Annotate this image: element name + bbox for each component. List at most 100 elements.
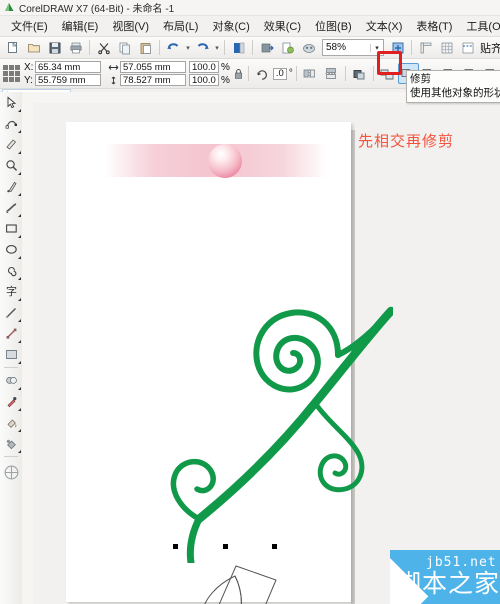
tool-dimension[interactable]: [0, 302, 22, 323]
zoom-level-combobox[interactable]: 58% ▾: [322, 39, 384, 56]
menu-layout[interactable]: 布局(L): [156, 16, 205, 36]
mirror-horizontal-icon[interactable]: [300, 63, 321, 84]
property-separator: [247, 66, 249, 81]
flyout-arrow-icon[interactable]: [18, 408, 21, 411]
flyout-arrow-icon[interactable]: [18, 361, 21, 364]
menu-view[interactable]: 视图(V): [105, 16, 156, 36]
menu-object[interactable]: 对象(C): [205, 16, 256, 36]
tool-artistic-media[interactable]: [0, 197, 22, 218]
green-swirl-flourish[interactable]: [133, 273, 393, 563]
flyout-arrow-icon[interactable]: [18, 429, 21, 432]
menu-edit[interactable]: 编辑(E): [55, 16, 106, 36]
weld-button[interactable]: [377, 63, 398, 84]
drawing-canvas[interactable]: ×: [33, 103, 500, 604]
flyout-arrow-icon[interactable]: [18, 340, 21, 343]
save-disk-icon[interactable]: [44, 37, 65, 58]
scale-x-input[interactable]: 100.0: [189, 61, 219, 73]
tool-fill[interactable]: [0, 433, 22, 454]
paste-icon[interactable]: [135, 37, 156, 58]
x-position-label: X:: [24, 61, 34, 73]
show-grid-icon[interactable]: [436, 37, 457, 58]
flyout-arrow-icon[interactable]: [18, 387, 21, 390]
undo-history-chevron-down-icon[interactable]: ▾: [184, 38, 192, 57]
flyout-arrow-icon[interactable]: [18, 319, 21, 322]
print-icon[interactable]: [65, 37, 86, 58]
tool-crop[interactable]: [0, 134, 22, 155]
tool-outline[interactable]: [0, 459, 22, 485]
menu-effects[interactable]: 效果(C): [257, 16, 308, 36]
tool-zoom[interactable]: [0, 155, 22, 176]
mirror-vertical-icon[interactable]: [321, 63, 342, 84]
toolbar-separator: [411, 40, 412, 55]
rotation-angle-input[interactable]: .0: [272, 67, 287, 80]
open-folder-icon[interactable]: [23, 37, 44, 58]
outline-width-icon[interactable]: [349, 63, 370, 84]
flyout-arrow-icon[interactable]: [18, 130, 21, 133]
publish-pdf-icon[interactable]: [277, 37, 298, 58]
menu-text[interactable]: 文本(X): [359, 16, 410, 36]
toolbar-separator: [89, 40, 90, 55]
redo-arrow-icon[interactable]: [192, 37, 213, 58]
copy-icon[interactable]: [114, 37, 135, 58]
menu-file[interactable]: 文件(E): [4, 16, 55, 36]
tool-color-eyedropper[interactable]: [0, 391, 22, 412]
application-launcher-icon[interactable]: [298, 37, 319, 58]
tool-connector[interactable]: [0, 323, 22, 344]
export-icon[interactable]: [256, 37, 277, 58]
tool-interactive-fill[interactable]: [0, 344, 22, 365]
redo-history-chevron-down-icon[interactable]: ▾: [213, 38, 221, 57]
tool-rectangle[interactable]: [0, 218, 22, 239]
flyout-arrow-icon[interactable]: [18, 256, 21, 259]
lock-ratio-icon[interactable]: [232, 64, 245, 84]
tool-smart-fill[interactable]: [0, 412, 22, 433]
pink-sphere-ornament[interactable]: [208, 144, 242, 178]
menu-table[interactable]: 表格(T): [409, 16, 459, 36]
tool-freehand[interactable]: [0, 176, 22, 197]
object-scale-group: 100.0 % 100.0 %: [189, 61, 232, 86]
chevron-down-icon[interactable]: ▾: [370, 43, 383, 52]
show-rulers-icon[interactable]: [415, 37, 436, 58]
flyout-arrow-icon[interactable]: [18, 151, 21, 154]
object-width-input[interactable]: 57.055 mm: [120, 61, 186, 73]
leaf-shape-selected[interactable]: ×: [173, 558, 313, 604]
tool-text[interactable]: 字: [0, 281, 22, 302]
menu-tools[interactable]: 工具(O): [459, 16, 500, 36]
tool-shape[interactable]: [0, 113, 22, 134]
menu-bitmaps[interactable]: 位图(B): [308, 16, 359, 36]
property-separator: [295, 66, 297, 81]
import-icon[interactable]: [228, 37, 249, 58]
title-bar: CorelDRAW X7 (64-Bit) - 未命名 -1: [0, 0, 500, 16]
coreldraw-balloon-icon: [4, 2, 15, 13]
workspace: 字: [0, 92, 500, 604]
y-position-input[interactable]: 55.759 mm: [35, 74, 101, 86]
watermark: jb51.net 脚本之家: [390, 550, 500, 604]
tool-pick[interactable]: [0, 92, 22, 113]
toolbox: 字: [0, 92, 23, 604]
flyout-arrow-icon[interactable]: [18, 235, 21, 238]
flyout-arrow-icon[interactable]: [18, 277, 21, 280]
object-height-input[interactable]: 78.527 mm: [120, 74, 186, 86]
selection-handle-top-center[interactable]: [223, 544, 228, 549]
new-document-icon[interactable]: [2, 37, 23, 58]
coreldraw-window: CorelDRAW X7 (64-Bit) - 未命名 -1 文件(E) 编辑(…: [0, 0, 500, 604]
scissors-cut-icon[interactable]: [93, 37, 114, 58]
flyout-arrow-icon[interactable]: [18, 109, 21, 112]
object-anchor-grid-icon[interactable]: [2, 64, 21, 83]
flyout-arrow-icon[interactable]: [18, 450, 21, 453]
x-position-input[interactable]: 65.34 mm: [35, 61, 101, 73]
selection-handle-top-right[interactable]: [272, 544, 277, 549]
snap-to-button[interactable]: 贴齐(T): [478, 40, 500, 56]
full-screen-preview-icon[interactable]: [387, 37, 408, 58]
scale-y-input[interactable]: 100.0: [189, 74, 219, 86]
flyout-arrow-icon[interactable]: [18, 214, 21, 217]
tool-ellipse[interactable]: [0, 239, 22, 260]
tool-polygon[interactable]: [0, 260, 22, 281]
flyout-arrow-icon[interactable]: [18, 172, 21, 175]
selection-handle-top-left[interactable]: [173, 544, 178, 549]
window-title: CorelDRAW X7 (64-Bit) - 未命名 -1: [19, 4, 175, 15]
show-guides-icon[interactable]: [457, 37, 478, 58]
flyout-arrow-icon[interactable]: [18, 193, 21, 196]
undo-arrow-icon[interactable]: [163, 37, 184, 58]
tool-transparency[interactable]: [0, 370, 22, 391]
flyout-arrow-icon[interactable]: [18, 298, 21, 301]
